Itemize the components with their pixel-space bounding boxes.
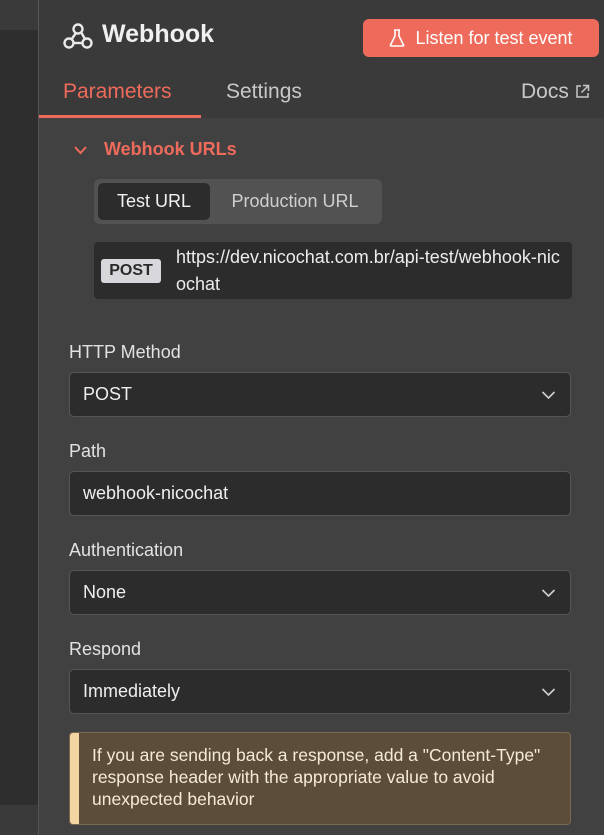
canvas-top-strip [0,0,38,30]
panel-tabs: Parameters Settings Docs [39,72,604,118]
active-tab-underline [39,115,201,118]
tab-parameters-label: Parameters [63,80,172,103]
tab-parameters[interactable]: Parameters [63,72,172,118]
webhook-urls-title: Webhook URLs [104,139,237,159]
notice-text: If you are sending back a response, add … [92,745,541,809]
http-method-select[interactable]: POST [69,372,571,417]
tab-docs-label: Docs [521,80,569,103]
path-label: Path [69,441,107,461]
tab-docs[interactable]: Docs [521,72,590,118]
external-link-icon [576,84,590,98]
node-title: Webhook [102,20,215,48]
authentication-label: Authentication [69,540,184,560]
chevron-down-icon [74,145,87,154]
node-parameters-panel: Webhook Listen for test event Parameters… [38,0,604,835]
webhook-icon [63,23,93,49]
http-method-label: HTTP Method [69,342,181,362]
listen-button-label: Listen for test event [415,27,573,48]
chevron-down-icon [541,688,556,697]
respond-label: Respond [69,639,142,659]
tab-settings[interactable]: Settings [226,72,302,118]
respond-select[interactable]: Immediately [69,669,571,714]
authentication-select[interactable]: None [69,570,571,615]
tab-settings-label: Settings [226,80,302,103]
test-url-tab[interactable]: Test URL [98,183,210,220]
panel-header: Webhook Listen for test event Parameters… [39,0,604,118]
respond-value: Immediately [83,681,181,701]
http-method-value: POST [83,384,133,404]
webhook-url-text: https://dev.nicochat.com.br/api-test/web… [176,247,560,294]
notice-accent-bar [70,733,79,824]
authentication-value: None [83,582,127,602]
flask-icon [390,29,405,47]
production-url-tab[interactable]: Production URL [212,183,378,220]
path-input[interactable]: webhook-nicochat [69,471,571,516]
chevron-down-icon [541,391,556,400]
workflow-canvas [0,0,38,835]
webhook-urls-toggle[interactable]: Webhook URLs [73,139,237,160]
listen-for-test-event-button[interactable]: Listen for test event [363,19,599,57]
webhook-url-display[interactable]: POST https://dev.nicochat.com.br/api-tes… [94,242,572,299]
chevron-down-icon [541,589,556,598]
method-badge: POST [101,259,161,283]
canvas-bottom-strip [0,805,38,835]
url-type-toggle: Test URL Production URL [94,179,382,224]
content-type-notice: If you are sending back a response, add … [69,732,571,825]
path-value: webhook-nicochat [83,483,229,503]
